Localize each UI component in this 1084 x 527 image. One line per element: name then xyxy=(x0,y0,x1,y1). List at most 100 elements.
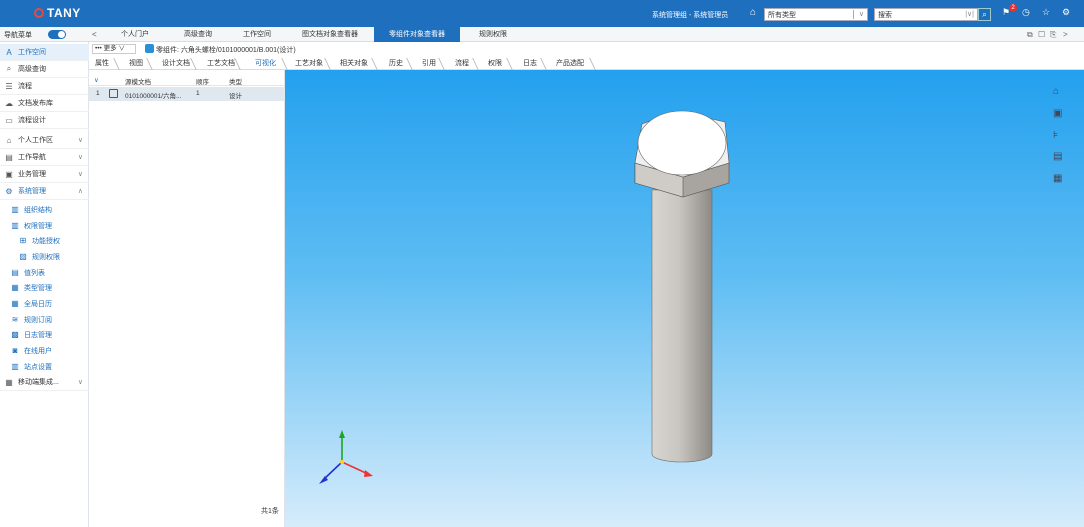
nav-menu-toggle[interactable] xyxy=(48,30,66,39)
expand-all-icon[interactable]: ∨ xyxy=(94,76,99,84)
tab-references[interactable]: 引用 xyxy=(422,58,436,68)
tab-logs[interactable]: 日志 xyxy=(523,58,537,68)
tab-properties[interactable]: 属性 xyxy=(95,58,109,68)
row-index: 1 xyxy=(96,90,100,97)
tab-workspace[interactable]: 工作空间 xyxy=(228,27,286,42)
more-select[interactable]: ••• 更多 ∨ xyxy=(92,44,136,54)
cloud-icon: ☁ xyxy=(5,98,13,108)
org-icon: ▥ xyxy=(11,205,19,215)
home-view-icon[interactable]: ⌂ xyxy=(1053,86,1059,97)
search-icon: ⌕ xyxy=(6,64,12,73)
site-icon: ▥ xyxy=(11,362,19,372)
home-icon[interactable]: ⌂ xyxy=(750,7,756,18)
sidebar-item-process[interactable]: ☰ 流程 xyxy=(0,78,89,95)
notification-badge: 2 xyxy=(1009,4,1017,12)
log-icon: ▩ xyxy=(11,330,19,340)
axis-triad xyxy=(319,430,373,484)
tab-doc-viewer[interactable]: 图文档对象查看器 xyxy=(286,27,374,42)
tab-related-objects[interactable]: 相关对象 xyxy=(340,58,368,68)
business-icon: ▣ xyxy=(5,169,13,179)
chevron-down-icon: ∨ xyxy=(77,154,83,161)
sidebar-item-process-design[interactable]: ▭ 流程设计 xyxy=(0,112,89,129)
tab-view[interactable]: 视图 xyxy=(129,58,143,68)
clock-icon[interactable]: ◷ xyxy=(1022,7,1030,18)
tab-personal-portal[interactable]: 个人门户 xyxy=(102,27,168,42)
sidebar-item-business[interactable]: ▣ 业务管理 ∨ xyxy=(0,166,89,183)
row-type: 设计 xyxy=(229,93,242,100)
value-list-icon: ▤ xyxy=(11,268,19,278)
tree-icon[interactable]: ⊧ xyxy=(1053,130,1058,141)
sidebar-item-type-mgmt[interactable]: ▦ 类型管理 xyxy=(0,280,89,296)
col-type[interactable]: 类型 xyxy=(229,76,242,86)
type-select[interactable]: 所有类型 ∨ xyxy=(764,8,868,21)
tab-design-docs[interactable]: 设计文档 xyxy=(162,58,190,68)
tab-history[interactable]: 历史 xyxy=(389,58,403,68)
sidebar-item-personal-area[interactable]: ⌂ 个人工作区 ∨ xyxy=(0,132,89,149)
chevron-down-icon: ∨ xyxy=(77,379,83,386)
maximize-icon[interactable]: ☐ xyxy=(1038,30,1045,39)
calendar-icon: ▦ xyxy=(11,299,19,309)
row-doc[interactable]: 0101000001/六角... xyxy=(125,90,181,100)
sidebar-item-rule-perm[interactable]: ▨ 规则权限 xyxy=(0,249,89,265)
logo[interactable]: TANY xyxy=(34,6,81,20)
chevron-right-icon[interactable]: > xyxy=(1063,30,1068,39)
table-header: ∨ 源模文档 顺序 类型 xyxy=(89,74,285,86)
bolt-model xyxy=(319,110,730,484)
tab-permissions[interactable]: 权限 xyxy=(488,58,502,68)
view-cube-icon[interactable]: ▣ xyxy=(1053,108,1062,119)
user-icon: ◙ xyxy=(12,346,18,356)
sidebar-item-work-nav[interactable]: ▤ 工作导航 ∨ xyxy=(0,149,89,166)
tab-workflow[interactable]: 流程 xyxy=(455,58,469,68)
tab-product-config[interactable]: 产品选配 xyxy=(556,58,584,68)
part-icon xyxy=(145,44,154,53)
sidebar-item-log[interactable]: ▩ 日志管理 xyxy=(0,327,89,343)
col-source-doc[interactable]: 源模文档 xyxy=(125,76,151,86)
sidebar-item-site-settings[interactable]: ▥ 站点设置 xyxy=(0,359,89,375)
frame-icon: ▭ xyxy=(5,115,13,125)
table-row[interactable]: 1 0101000001/六角... 1 设计 xyxy=(89,87,285,101)
sidebar-item-doc-library[interactable]: ☁ 文档发布库 xyxy=(0,95,89,112)
settings-icon[interactable]: ⚙ xyxy=(1062,7,1070,18)
sidebar-item-permission[interactable]: ▥ 权限管理 xyxy=(0,218,89,234)
minimize-icon[interactable]: ⎘ xyxy=(1050,30,1056,40)
tab-rule-permission[interactable]: 规则权限 xyxy=(460,27,526,42)
sidebar-item-system[interactable]: ⚙ 系统管理 ∧ xyxy=(0,183,89,200)
3d-viewer[interactable]: ⌂ ▣ ⊧ ▤ ▦ xyxy=(285,70,1084,527)
object-header: ••• 更多 ∨ 零组件: 六角头螺栓/0101000001/B.001(设计) xyxy=(89,42,1084,56)
object-title: 零组件: 六角头螺栓/0101000001/B.001(设计) xyxy=(156,47,296,54)
sidebar-item-workspace[interactable]: A 工作空间 xyxy=(0,44,89,61)
top-bar: TANY 系统管理组 - 系统管理员 ⌂ 所有类型 ∨ 搜索 |∨| ⌕ ⚑ 2 ◷… xyxy=(0,0,1084,27)
col-order[interactable]: 顺序 xyxy=(196,76,209,86)
search-input[interactable]: 搜索 |∨| xyxy=(874,8,978,21)
sidebar-item-mobile[interactable]: ▦ 移动端集成... ∨ xyxy=(0,374,89,391)
sidebar-item-advanced-query[interactable]: ⌕ 高级查询 xyxy=(0,61,89,78)
sidebar-item-online-users[interactable]: ◙ 在线用户 xyxy=(0,343,89,359)
properties-icon[interactable]: ▤ xyxy=(1053,151,1062,162)
permission-icon: ▥ xyxy=(11,221,19,231)
tab-advanced-query[interactable]: 高级查询 xyxy=(168,27,228,42)
sidebar-item-subscription[interactable]: ≋ 规则订阅 xyxy=(0,312,89,328)
sidebar-item-org[interactable]: ▥ 组织结构 xyxy=(0,202,89,218)
sidebar-item-calendar[interactable]: ▦ 全局日历 xyxy=(0,296,89,312)
rule-icon: ▨ xyxy=(19,252,27,262)
sidebar-item-function-auth[interactable]: ⊞ 功能授权 xyxy=(0,233,89,249)
rss-icon: ≋ xyxy=(11,315,19,325)
more-dots-icon: ••• xyxy=(95,45,102,52)
object-tabs: 属性 视图 设计文档 工艺文档 可视化 工艺对象 相关对象 历史 引用 流程 权… xyxy=(89,56,1084,70)
chevron-down-icon: ∨ xyxy=(77,171,83,178)
chevron-down-icon: |∨| xyxy=(965,11,974,18)
workspace-icon: A xyxy=(6,47,12,57)
tab-part-viewer[interactable]: 零组件对象查看器 xyxy=(374,27,460,42)
search-button[interactable]: ⌕ xyxy=(978,8,991,21)
sidebar-item-value-list[interactable]: ▤ 值列表 xyxy=(0,265,89,281)
tab-process-objects[interactable]: 工艺对象 xyxy=(295,58,323,68)
chevron-up-icon: ∧ xyxy=(77,188,83,195)
restore-icon[interactable]: ⧉ xyxy=(1027,30,1033,40)
tab-process-docs[interactable]: 工艺文档 xyxy=(207,58,235,68)
tab-visualization[interactable]: 可视化 xyxy=(255,58,276,68)
measure-icon[interactable]: ▦ xyxy=(1053,173,1062,184)
record-count: 共1条 xyxy=(261,508,279,515)
star-icon[interactable]: ☆ xyxy=(1042,7,1050,18)
user-label[interactable]: 系统管理组 - 系统管理员 xyxy=(652,10,728,20)
tab-scroll-left-icon[interactable]: < xyxy=(92,30,97,39)
